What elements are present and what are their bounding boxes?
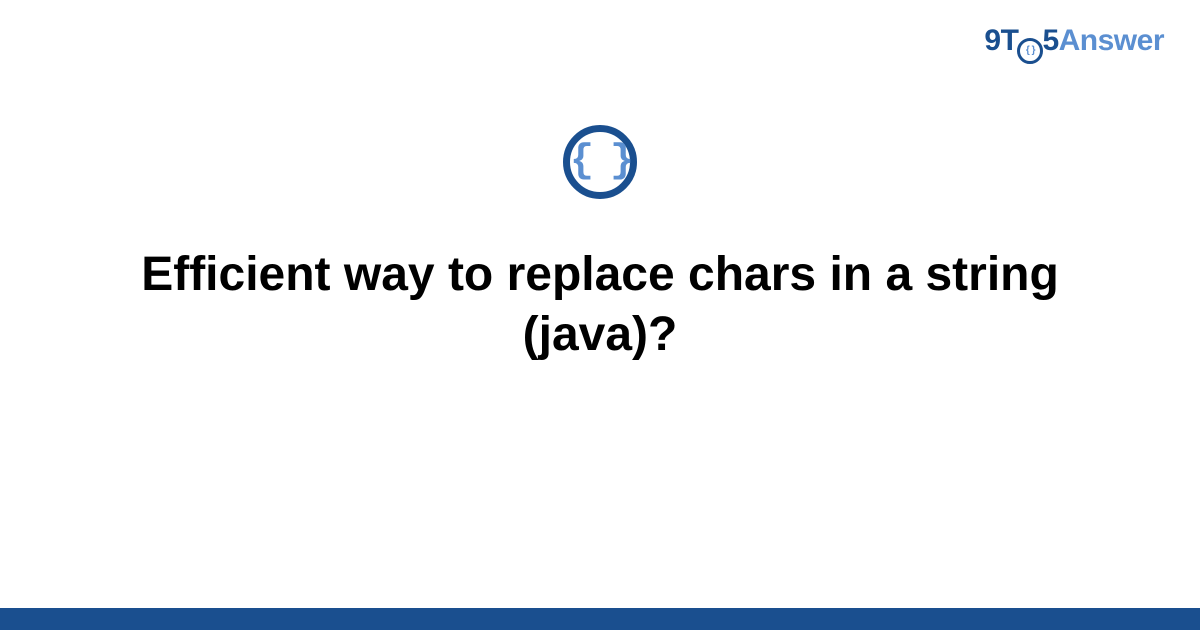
footer-bar — [0, 608, 1200, 630]
content-center: { } Efficient way to replace chars in a … — [0, 125, 1200, 365]
logo-text-5: 5 — [1042, 24, 1058, 57]
braces-glyph: { } — [570, 142, 630, 182]
site-logo: 9T { } 5Answer — [984, 24, 1164, 64]
logo-ring-inner: { } — [1026, 45, 1035, 56]
code-braces-icon: { } — [563, 125, 637, 199]
logo-text-9t: 9T — [984, 24, 1018, 57]
question-title: Efficient way to replace chars in a stri… — [100, 245, 1100, 365]
logo-ring-icon: { } — [1017, 38, 1043, 64]
logo-text-answer: Answer — [1059, 24, 1164, 57]
